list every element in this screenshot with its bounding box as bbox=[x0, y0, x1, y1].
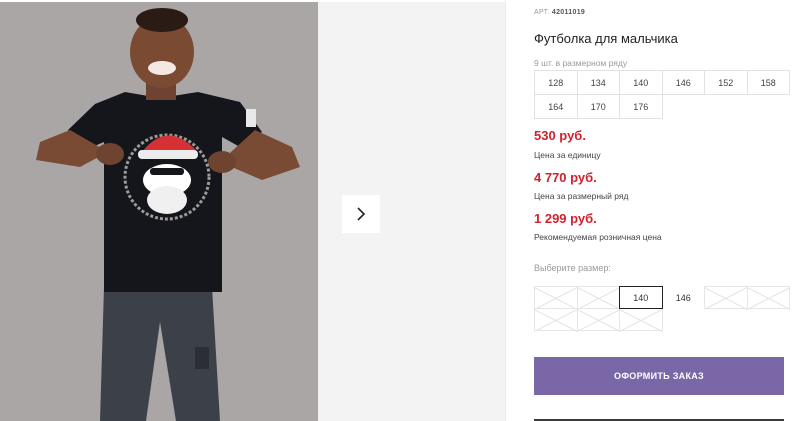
choose-size-label: Выберите размер: bbox=[534, 263, 611, 273]
size-range-cell: 158 bbox=[746, 70, 790, 95]
size-range-cell: 146 bbox=[661, 70, 705, 95]
retail-price-caption: Рекомендуемая розничная цена bbox=[534, 232, 662, 242]
article-value: 42011019 bbox=[551, 9, 586, 16]
size-option-unavailable bbox=[534, 286, 578, 309]
size-option-unavailable bbox=[534, 308, 578, 331]
size-range-grid: 128 134 140 146 152 158 164 170 176 bbox=[534, 70, 790, 119]
size-range-price: 4 770 руб. bbox=[534, 170, 597, 185]
column-divider bbox=[505, 0, 506, 421]
place-order-button[interactable]: ОФОРМИТЬ ЗАКАЗ bbox=[534, 357, 784, 395]
size-range-price-caption: Цена за размерный ряд bbox=[534, 191, 629, 201]
size-range-cell: 128 bbox=[534, 70, 578, 95]
size-range-cell: 140 bbox=[619, 70, 663, 95]
size-option-unavailable bbox=[746, 286, 790, 309]
size-option-unavailable bbox=[576, 308, 620, 331]
size-picker: 140 146 bbox=[534, 286, 790, 331]
size-range-cell: 164 bbox=[534, 94, 578, 119]
size-range-cell: 170 bbox=[576, 94, 620, 119]
retail-price: 1 299 руб. bbox=[534, 211, 597, 226]
size-range-label: 9 шт. в размерном ряду bbox=[534, 58, 628, 68]
size-option-unavailable bbox=[704, 286, 748, 309]
size-option-unavailable bbox=[576, 286, 620, 309]
boy-in-tshirt-illustration bbox=[0, 2, 318, 421]
size-range-cell: 152 bbox=[704, 70, 748, 95]
product-photo[interactable] bbox=[0, 2, 318, 421]
gallery-next-button[interactable] bbox=[342, 195, 380, 233]
product-gallery bbox=[0, 0, 505, 421]
article-number: АРТ. 42011019 bbox=[534, 9, 585, 16]
article-prefix: АРТ. bbox=[534, 9, 550, 16]
size-range-cell: 134 bbox=[576, 70, 620, 95]
unit-price: 530 руб. bbox=[534, 128, 586, 143]
product-title: Футболка для мальчика bbox=[534, 31, 678, 46]
size-option-unavailable bbox=[619, 308, 663, 331]
size-option[interactable]: 146 bbox=[661, 286, 705, 309]
size-option-selected[interactable]: 140 bbox=[619, 286, 663, 309]
size-range-cell: 176 bbox=[619, 94, 663, 119]
unit-price-caption: Цена за единицу bbox=[534, 150, 601, 160]
chevron-right-icon bbox=[357, 207, 366, 221]
